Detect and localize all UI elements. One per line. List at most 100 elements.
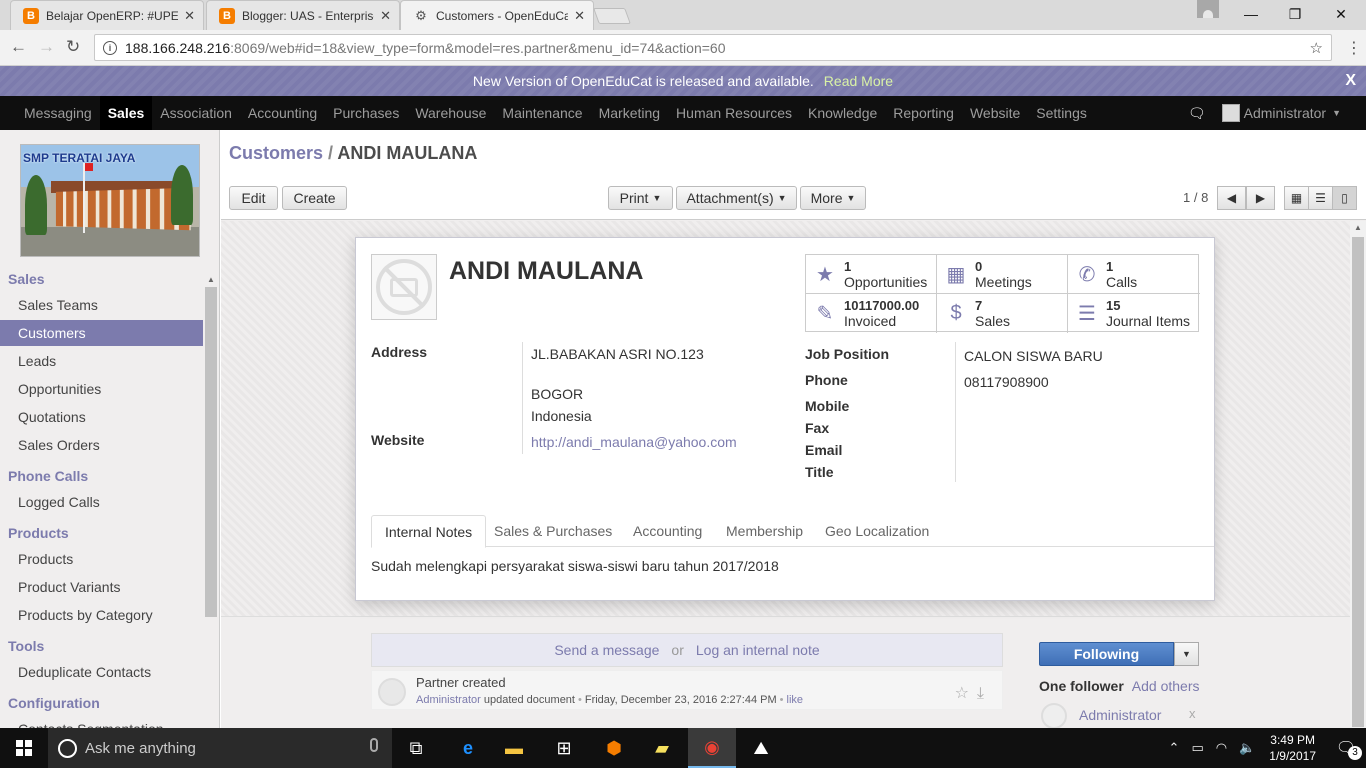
internal-notes-text[interactable]: Sudah melengkapi persyarakat siswa-siswi… bbox=[371, 558, 779, 574]
wifi-icon[interactable]: ◠ bbox=[1216, 740, 1227, 756]
city-field[interactable]: BOGOR bbox=[531, 386, 583, 402]
menu-item-knowledge[interactable]: Knowledge bbox=[800, 96, 885, 130]
reload-icon[interactable]: ↻ bbox=[66, 37, 80, 57]
more-button[interactable]: More ▼ bbox=[800, 186, 866, 210]
tab-membership[interactable]: Membership bbox=[713, 515, 816, 547]
tab-internal-notes[interactable]: Internal Notes bbox=[371, 515, 487, 548]
new-tab-button[interactable] bbox=[593, 8, 631, 24]
menu-item-website[interactable]: Website bbox=[962, 96, 1028, 130]
action-center-icon[interactable]: 🗨 3 bbox=[1326, 738, 1366, 760]
sidebar-item-quotations[interactable]: Quotations bbox=[0, 404, 203, 430]
message-author[interactable]: Administrator bbox=[416, 694, 481, 706]
sidebar-item-deduplicate-contacts[interactable]: Deduplicate Contacts bbox=[0, 659, 203, 685]
opportunities-button[interactable]: ★ 1 Opportunities bbox=[806, 255, 937, 294]
pager-next-button[interactable]: ▶ bbox=[1246, 186, 1275, 210]
job-position-field[interactable]: CALON SISWA BARU bbox=[964, 348, 1103, 364]
pager-previous-button[interactable]: ◀ bbox=[1217, 186, 1246, 210]
info-icon[interactable]: i bbox=[103, 40, 117, 55]
close-tab-icon[interactable]: ✕ bbox=[574, 8, 585, 24]
menu-item-sales[interactable]: Sales bbox=[99, 96, 153, 130]
volume-icon[interactable]: 🔈 bbox=[1239, 740, 1255, 756]
minimize-icon[interactable]: — bbox=[1228, 0, 1274, 28]
user-menu[interactable]: 🗨 Administrator ▼ bbox=[1188, 96, 1341, 130]
battery-icon[interactable]: ▭ bbox=[1191, 740, 1203, 756]
menu-item-settings[interactable]: Settings bbox=[1028, 96, 1095, 130]
sidebar-item-sales-orders[interactable]: Sales Orders bbox=[0, 432, 203, 458]
sidebar-item-opportunities[interactable]: Opportunities bbox=[0, 376, 203, 402]
show-hidden-icons[interactable]: ⌃ bbox=[1169, 740, 1180, 756]
sidebar-item-product-variants[interactable]: Product Variants bbox=[0, 574, 203, 600]
sales-button[interactable]: $ 7 Sales bbox=[937, 294, 1068, 333]
attachments-button[interactable]: Attachment(s) ▼ bbox=[676, 186, 797, 210]
menu-item-maintenance[interactable]: Maintenance bbox=[494, 96, 590, 130]
browser-tab-3[interactable]: ⚙ Customers - OpenEduCat ✕ bbox=[400, 0, 594, 30]
following-button[interactable]: Following bbox=[1039, 642, 1174, 666]
sidebar-item-customers[interactable]: Customers bbox=[0, 320, 203, 346]
read-more-link[interactable]: Read More bbox=[824, 73, 893, 89]
close-tab-icon[interactable]: ✕ bbox=[380, 8, 391, 24]
restore-icon[interactable]: ❐ bbox=[1272, 0, 1318, 28]
follow-dropdown-button[interactable]: ▼ bbox=[1174, 642, 1199, 666]
menu-item-human-resources[interactable]: Human Resources bbox=[668, 96, 800, 130]
menu-item-accounting[interactable]: Accounting bbox=[240, 96, 325, 130]
print-button[interactable]: Print ▼ bbox=[608, 186, 673, 210]
cortana-search[interactable]: Ask me anything bbox=[48, 728, 392, 768]
menu-item-messaging[interactable]: Messaging bbox=[16, 96, 100, 130]
browser-tab-1[interactable]: B Belajar OpenERP: #UPERI ✕ bbox=[10, 0, 204, 30]
star-icon[interactable]: ☆ bbox=[955, 685, 977, 702]
sidebar-item-contacts-segmentation[interactable]: Contacts Segmentation bbox=[0, 716, 203, 728]
chrome-icon[interactable]: ◉ bbox=[688, 728, 736, 768]
tab-sales-purchases[interactable]: Sales & Purchases bbox=[481, 515, 625, 547]
menu-item-marketing[interactable]: Marketing bbox=[591, 96, 668, 130]
meetings-button[interactable]: ▦ 0 Meetings bbox=[937, 255, 1068, 294]
menu-item-purchases[interactable]: Purchases bbox=[325, 96, 407, 130]
menu-item-association[interactable]: Association bbox=[152, 96, 240, 130]
profile-icon[interactable] bbox=[1197, 0, 1219, 18]
edge-icon[interactable]: e bbox=[444, 728, 492, 768]
main-scrollbar[interactable]: ▲ bbox=[1350, 221, 1366, 728]
tab-geo-localization[interactable]: Geo Localization bbox=[812, 515, 942, 547]
download-icon[interactable]: ⤓ bbox=[977, 685, 992, 702]
task-view-icon[interactable]: ⧉ bbox=[392, 728, 440, 768]
tab-accounting[interactable]: Accounting bbox=[620, 515, 715, 547]
address-bar[interactable]: i 188.166.248.216:8069/web#id=18&view_ty… bbox=[94, 34, 1332, 61]
microphone-icon[interactable] bbox=[370, 738, 378, 752]
country-field[interactable]: Indonesia bbox=[531, 408, 592, 424]
create-button[interactable]: Create bbox=[282, 186, 347, 210]
browser-menu-icon[interactable]: ⋮ bbox=[1346, 38, 1362, 58]
kanban-view-icon[interactable]: ▦ bbox=[1284, 186, 1309, 210]
close-window-icon[interactable]: ✕ bbox=[1318, 0, 1364, 28]
like-link[interactable]: like bbox=[787, 694, 804, 706]
follower-name[interactable]: Administrator bbox=[1079, 707, 1161, 723]
journal-items-button[interactable]: ☰ 15 Journal Items bbox=[1068, 294, 1200, 333]
bitdefender-icon[interactable]: ⬢ bbox=[590, 728, 638, 768]
scroll-up-icon[interactable]: ▲ bbox=[1354, 223, 1362, 232]
partner-photo[interactable] bbox=[371, 254, 437, 320]
street-field[interactable]: JL.BABAKAN ASRI NO.123 bbox=[531, 346, 704, 362]
phone-field[interactable]: 08117908900 bbox=[964, 374, 1049, 390]
breadcrumb-customers[interactable]: Customers bbox=[229, 143, 323, 163]
start-button[interactable] bbox=[0, 728, 48, 768]
browser-tab-2[interactable]: B Blogger: UAS - Enterprise ✕ bbox=[206, 0, 400, 30]
photos-icon[interactable]: ⛰ bbox=[737, 728, 785, 768]
banner-close-icon[interactable]: X bbox=[1345, 66, 1356, 96]
send-message-link[interactable]: Send a message bbox=[554, 642, 659, 658]
menu-item-warehouse[interactable]: Warehouse bbox=[407, 96, 494, 130]
remove-follower-icon[interactable]: x bbox=[1189, 706, 1196, 721]
close-tab-icon[interactable]: ✕ bbox=[184, 8, 195, 24]
clock[interactable]: 3:49 PM 1/9/2017 bbox=[1269, 732, 1316, 764]
log-note-link[interactable]: Log an internal note bbox=[696, 642, 820, 658]
scroll-up-icon[interactable]: ▲ bbox=[207, 275, 215, 284]
sidebar-item-products[interactable]: Products bbox=[0, 546, 203, 572]
sidebar-item-sales-teams[interactable]: Sales Teams bbox=[0, 292, 203, 318]
sidebar-scrollbar[interactable]: ▲ bbox=[205, 275, 217, 728]
website-link[interactable]: http://andi_maulana@yahoo.com bbox=[531, 434, 737, 450]
form-view-icon[interactable]: ▯ bbox=[1332, 186, 1357, 210]
edit-button[interactable]: Edit bbox=[229, 186, 278, 210]
file-explorer-icon[interactable]: ▬ bbox=[490, 728, 538, 768]
sticky-notes-icon[interactable]: ▰ bbox=[638, 728, 686, 768]
sidebar-item-logged-calls[interactable]: Logged Calls bbox=[0, 489, 203, 515]
back-icon[interactable]: ← bbox=[10, 37, 27, 57]
bookmark-star-icon[interactable]: ☆ bbox=[1310, 39, 1323, 57]
chat-icon[interactable]: 🗨 bbox=[1188, 105, 1206, 122]
